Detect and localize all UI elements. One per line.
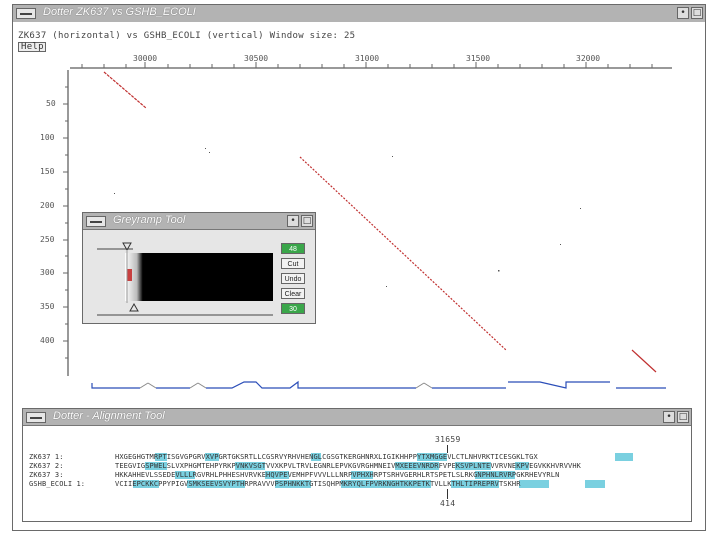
main-window-title: Dotter ZK637 vs GSHB_ECOLI: [43, 6, 196, 18]
y-tick-label: 100: [40, 133, 55, 142]
greyramp-gradient: [125, 253, 273, 301]
x-tick-label: 31500: [466, 54, 491, 63]
alignment-sequence: HXGEGHGTMRPTISGVGPGRVXVPGRTGKSRTLLCGSRVY…: [115, 453, 538, 461]
clear-button[interactable]: Clear: [281, 288, 305, 299]
ramp-marker: [127, 269, 132, 281]
y-tick-label: 50: [46, 99, 56, 108]
y-tick-label: 250: [40, 235, 55, 244]
y-tick-label: 300: [40, 268, 55, 277]
x-tick-label: 32000: [576, 54, 601, 63]
window-menu-icon[interactable]: [26, 412, 46, 423]
y-tick-label: 350: [40, 302, 55, 311]
alignment-row-label: ZK637 3:: [29, 471, 64, 479]
minimize-icon[interactable]: •: [677, 7, 689, 19]
top-position-marker: [447, 445, 448, 453]
greyramp-tool-window: Greyramp Tool • □ 48 Cut Undo Clear 30: [82, 212, 316, 324]
alignment-title-bar[interactable]: Dotter - Alignment Tool • □: [23, 409, 691, 426]
undo-button[interactable]: Undo: [281, 273, 305, 284]
y-tick-label: 400: [40, 336, 55, 345]
alignment-sequence: HKKAHHEVLSSEDEVLLLRGVRHLPHHESHVRVKEHQVPE…: [115, 471, 560, 479]
y-tick-label: 200: [40, 201, 55, 210]
help-menu-button[interactable]: Help: [18, 42, 46, 52]
bottom-value-button[interactable]: 30: [281, 303, 305, 314]
minimize-icon[interactable]: •: [663, 411, 675, 423]
cut-button[interactable]: Cut: [281, 258, 305, 269]
bottom-position-marker: [447, 489, 448, 499]
window-info-line: ZK637 (horizontal) vs GSHB_ECOLI (vertic…: [18, 31, 356, 41]
main-title-bar[interactable]: Dotter ZK637 vs GSHB_ECOLI • □: [13, 5, 705, 23]
alignment-row-label: ZK637 2:: [29, 462, 64, 470]
maximize-icon[interactable]: □: [677, 411, 689, 423]
window-menu-icon[interactable]: [16, 8, 36, 19]
alignment-sequence-area[interactable]: HXGEGHGTMRPTISGVGPGRVXVPGRTGKSRTLLCGSRVY…: [115, 453, 687, 489]
bottom-position-label: 414: [440, 499, 456, 508]
alignment-row-label: GSHB_ECOLI 1:: [29, 480, 86, 488]
alignment-tool-window: Dotter - Alignment Tool • □ 31659 ZK637 …: [22, 408, 692, 522]
top-value-button[interactable]: 48: [281, 243, 305, 254]
bottom-slider-handle: [129, 302, 139, 312]
y-tick-label: 150: [40, 167, 55, 176]
alignment-title: Dotter - Alignment Tool: [53, 410, 165, 422]
top-position-label: 31659: [435, 435, 461, 444]
x-tick-label: 30000: [133, 54, 158, 63]
alignment-row-label: ZK637 1:: [29, 453, 64, 461]
alignment-sequence: TEEGVIGSPWELSLVXPHGMTEHPYRKPVNKVSGTVVXKP…: [115, 462, 581, 470]
x-tick-label: 30500: [244, 54, 269, 63]
x-tick-label: 31000: [355, 54, 380, 63]
alignment-sequence: VCIIEPCKKCPPYPIGVSMKSEEVSVYPTHRPRAVVVPSP…: [115, 480, 521, 488]
maximize-icon[interactable]: □: [691, 7, 703, 19]
